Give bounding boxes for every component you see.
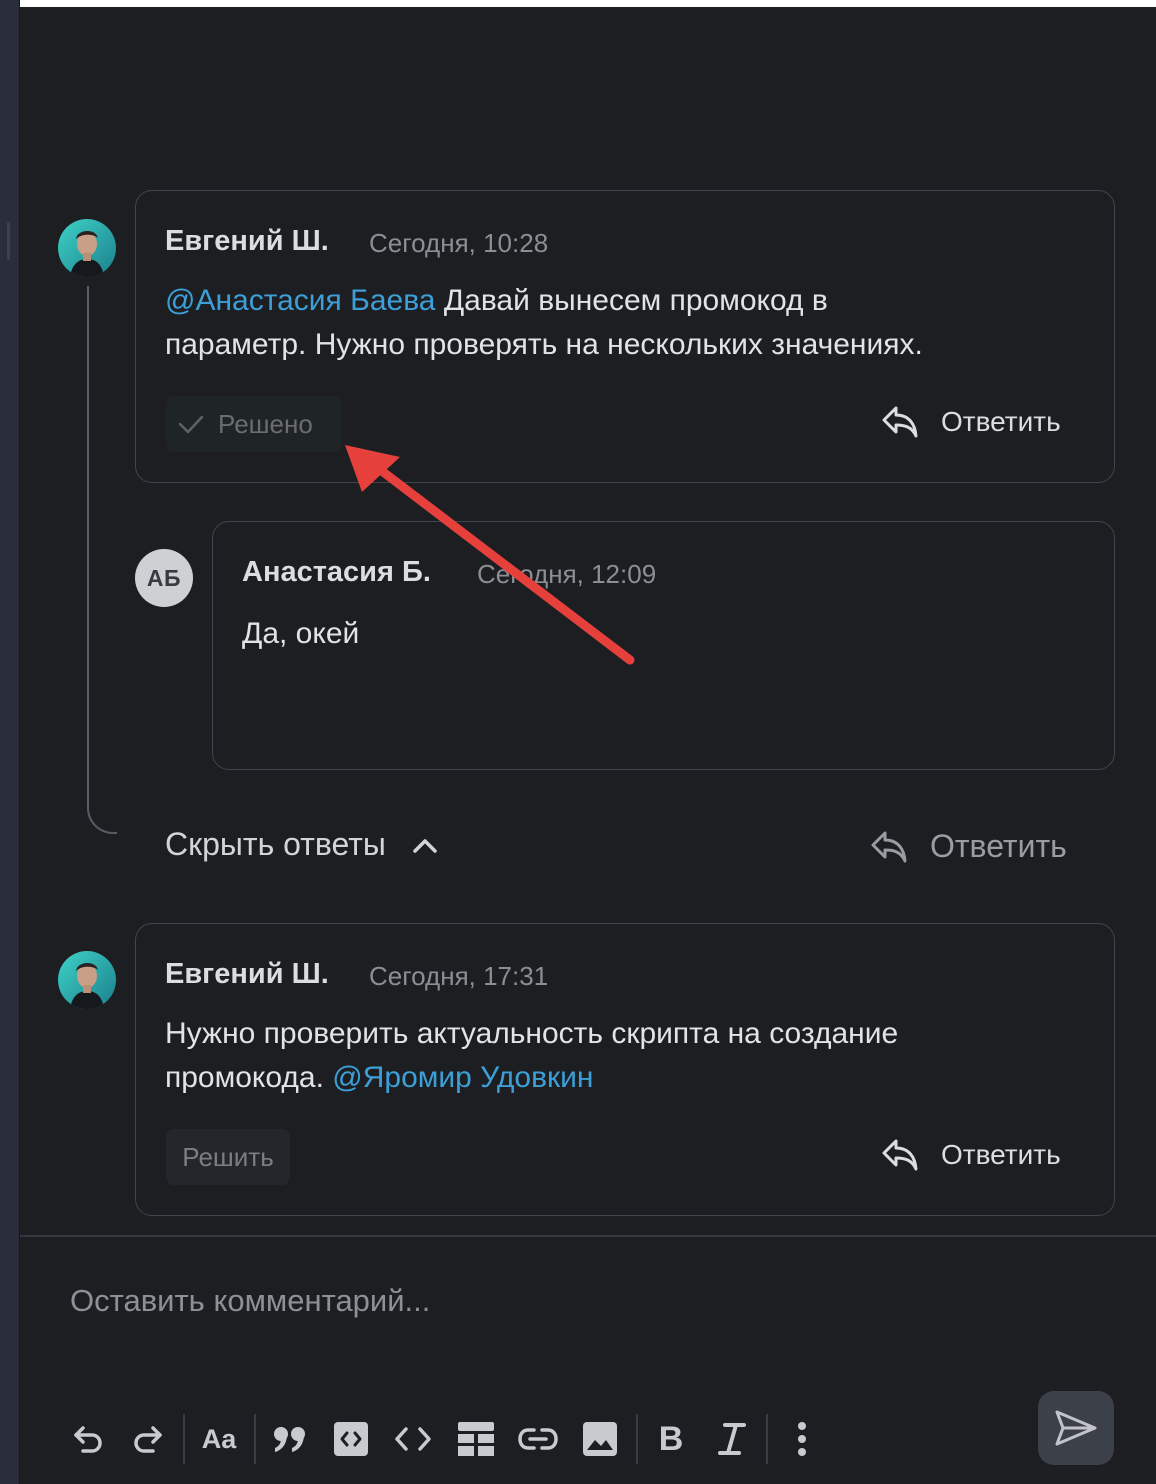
italic-icon[interactable] bbox=[712, 1419, 752, 1459]
reply-icon bbox=[882, 406, 918, 438]
comment-text-part: Нужно проверить актуальность скрипта на … bbox=[165, 1017, 899, 1050]
resolve-button[interactable]: Решить bbox=[166, 1129, 290, 1185]
comment-card: Евгений Ш. Сегодня, 17:31 Нужно проверит… bbox=[135, 923, 1115, 1216]
avatar-evgeniy[interactable] bbox=[58, 951, 116, 1009]
reply-icon bbox=[871, 831, 907, 862]
comment-text: Да, окей bbox=[242, 617, 360, 650]
comment-timestamp: Сегодня, 10:28 bbox=[369, 228, 549, 258]
reply-label: Ответить bbox=[941, 1139, 1061, 1170]
check-icon bbox=[178, 415, 204, 434]
more-icon[interactable] bbox=[782, 1419, 822, 1459]
comment-timestamp: Сегодня, 17:31 bbox=[369, 961, 549, 991]
send-button[interactable] bbox=[1038, 1391, 1114, 1465]
thread-reply-button[interactable]: Ответить bbox=[870, 828, 1067, 865]
comment-card: Евгений Ш. Сегодня, 10:28 @Анастасия Бае… bbox=[135, 190, 1115, 483]
redo-icon[interactable] bbox=[128, 1419, 168, 1459]
reply-icon bbox=[882, 1139, 918, 1171]
quote-icon[interactable] bbox=[270, 1419, 310, 1459]
comment-input[interactable] bbox=[68, 1272, 1032, 1330]
comment-timestamp: Сегодня, 12:09 bbox=[477, 559, 657, 589]
reply-button[interactable]: Ответить bbox=[881, 405, 1061, 439]
reply-card: Анастасия Б. Сегодня, 12:09 Да, окей bbox=[212, 521, 1115, 770]
toolbar-separator bbox=[766, 1414, 768, 1464]
send-icon bbox=[1055, 1410, 1097, 1446]
table-icon[interactable] bbox=[455, 1419, 497, 1459]
inline-code-icon[interactable] bbox=[391, 1419, 435, 1459]
image-icon[interactable] bbox=[580, 1419, 620, 1459]
comment-author[interactable]: Евгений Ш. bbox=[165, 958, 329, 991]
reply-button[interactable]: Ответить bbox=[881, 1138, 1061, 1172]
comment-author[interactable]: Анастасия Б. bbox=[242, 556, 431, 589]
comment-text-part: параметр. Нужно проверять на нескольких … bbox=[165, 328, 923, 361]
avatar-evgeniy[interactable] bbox=[58, 219, 116, 277]
hide-replies-button[interactable]: Скрыть ответы bbox=[165, 826, 438, 863]
bold-icon[interactable]: B bbox=[651, 1419, 691, 1459]
resolved-button[interactable]: Решено bbox=[166, 396, 342, 452]
reply-label: Ответить bbox=[930, 828, 1067, 864]
text-format-icon[interactable]: Aa bbox=[198, 1419, 240, 1459]
chevron-up-icon bbox=[413, 838, 437, 853]
composer-divider bbox=[20, 1235, 1156, 1237]
toolbar-separator bbox=[183, 1414, 185, 1464]
comment-text-part: промокода. bbox=[165, 1061, 333, 1094]
toolbar-separator bbox=[636, 1414, 638, 1464]
resolved-label: Решено bbox=[218, 408, 313, 439]
avatar-anastasia[interactable]: АБ bbox=[135, 549, 193, 607]
comment-author[interactable]: Евгений Ш. bbox=[165, 225, 329, 258]
toolbar-separator bbox=[254, 1414, 256, 1464]
link-icon[interactable] bbox=[516, 1419, 560, 1459]
reply-label: Ответить bbox=[941, 406, 1061, 437]
left-edge-divider bbox=[19, 0, 20, 1484]
comment-text-part: Давай вынесем промокод в bbox=[435, 284, 828, 317]
window-top-edge bbox=[0, 0, 1156, 7]
comment-text: Нужно проверить актуальность скрипта на … bbox=[165, 1012, 1095, 1100]
mention-link[interactable]: @Яромир Удовкин bbox=[332, 1061, 593, 1094]
undo-icon[interactable] bbox=[68, 1419, 108, 1459]
thread-connector-line bbox=[87, 286, 117, 834]
resolve-label: Решить bbox=[182, 1141, 274, 1172]
comment-text: @Анастасия Баева Давай вынесем промокод … bbox=[165, 279, 1095, 367]
mention-link[interactable]: @Анастасия Баева bbox=[165, 284, 435, 317]
resize-handle[interactable] bbox=[7, 222, 10, 260]
hide-replies-label: Скрыть ответы bbox=[165, 826, 386, 862]
code-block-icon[interactable] bbox=[331, 1419, 371, 1459]
